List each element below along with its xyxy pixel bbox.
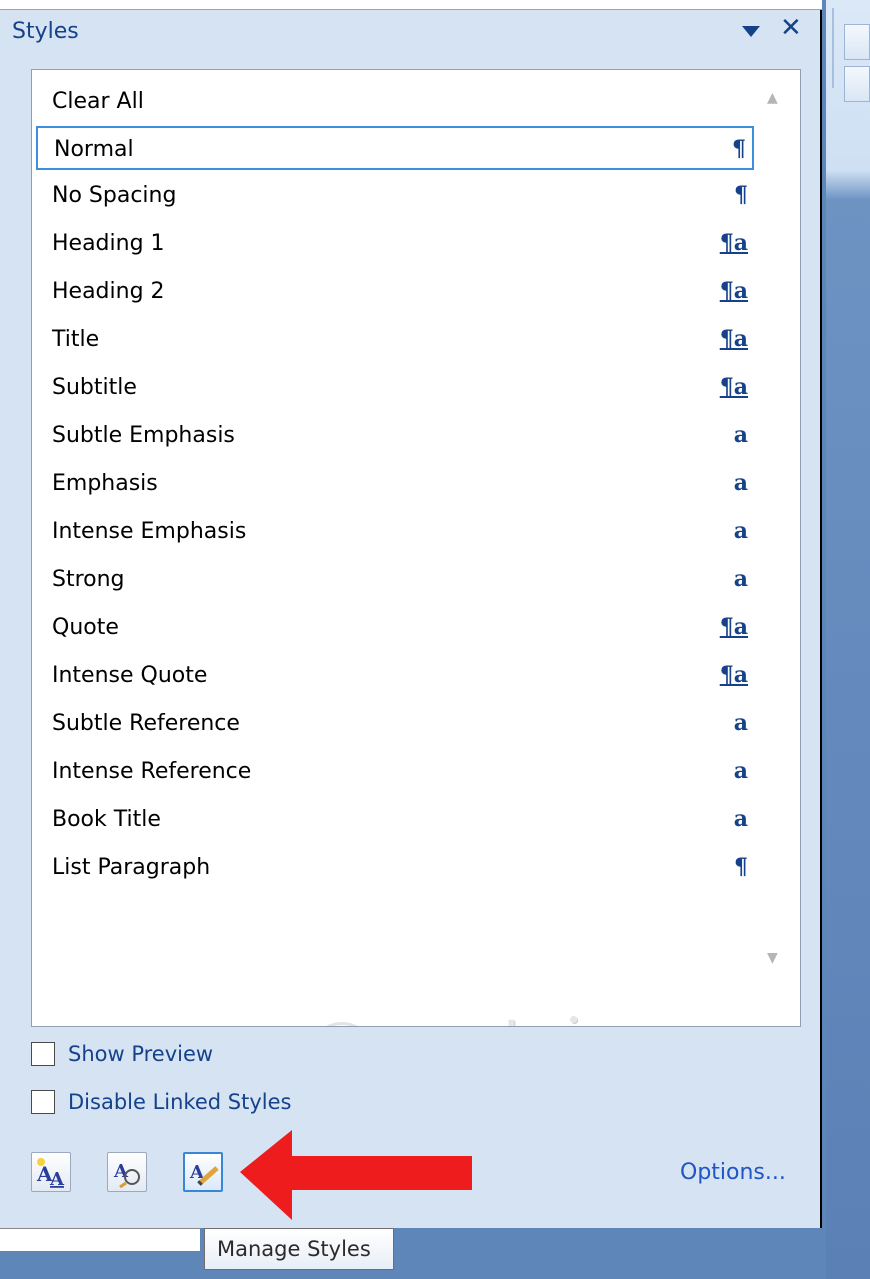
linked-style-icon: ¶a — [719, 614, 748, 640]
ribbon-scroll-down-button[interactable] — [844, 66, 870, 102]
style-item-label: Normal — [54, 137, 134, 162]
watermark-logo — [310, 1022, 374, 1026]
dropdown-arrow-icon[interactable] — [742, 26, 760, 37]
close-icon[interactable]: ✕ — [780, 15, 802, 41]
disable-linked-styles-label[interactable]: Disable Linked Styles — [68, 1090, 291, 1114]
style-item-label: Subtle Reference — [52, 711, 240, 736]
paragraph-style-icon: ¶ — [734, 182, 748, 208]
linked-style-icon: ¶a — [719, 230, 748, 256]
style-item-list-paragraph[interactable]: List Paragraph ¶ — [36, 846, 754, 890]
style-item-label: Intense Emphasis — [52, 519, 247, 544]
paragraph-style-icon: ¶ — [732, 136, 746, 162]
manage-styles-button[interactable]: A — [183, 1152, 223, 1192]
scroll-down-icon[interactable]: ▼ — [767, 950, 778, 966]
disable-linked-styles-checkbox[interactable] — [31, 1090, 55, 1114]
style-item-label: Book Title — [52, 807, 161, 832]
style-item-quote[interactable]: Quote ¶a — [36, 606, 754, 650]
style-item-intense-reference[interactable]: Intense Reference a — [36, 750, 754, 794]
character-style-icon: a — [733, 470, 748, 496]
pane-title: Styles — [12, 19, 79, 44]
style-item-label: Emphasis — [52, 471, 158, 496]
style-item-book-title[interactable]: Book Title a — [36, 798, 754, 842]
linked-style-icon: ¶a — [719, 278, 748, 304]
style-item-heading-1[interactable]: Heading 1 ¶a — [36, 222, 754, 266]
character-style-icon: a — [733, 518, 748, 544]
svg-text:A: A — [49, 1169, 65, 1189]
ribbon-edge — [826, 0, 870, 1279]
style-item-label: Strong — [52, 567, 125, 592]
style-item-label: Title — [52, 327, 100, 352]
style-item-label: No Spacing — [52, 183, 177, 208]
style-item-normal[interactable]: Normal ¶ — [36, 126, 754, 170]
style-item-strong[interactable]: Strong a — [36, 558, 754, 602]
red-arrow-annotation — [240, 1130, 472, 1220]
style-item-label: Quote — [52, 615, 119, 640]
style-item-label: Subtitle — [52, 375, 137, 400]
style-item-label: Clear All — [52, 89, 144, 114]
character-style-icon: a — [733, 758, 748, 784]
style-item-heading-2[interactable]: Heading 2 ¶a — [36, 270, 754, 314]
watermark-text: uantrimang — [372, 1005, 780, 1026]
style-item-label: Heading 2 — [52, 279, 165, 304]
manage-styles-icon: A — [189, 1162, 219, 1186]
new-style-button[interactable]: A A — [31, 1152, 71, 1192]
style-item-intense-quote[interactable]: Intense Quote ¶a — [36, 654, 754, 698]
character-style-icon: a — [733, 422, 748, 448]
style-item-subtle-reference[interactable]: Subtle Reference a — [36, 702, 754, 746]
character-style-icon: a — [733, 710, 748, 736]
style-item-intense-emphasis[interactable]: Intense Emphasis a — [36, 510, 754, 554]
linked-style-icon: ¶a — [719, 326, 748, 352]
style-item-label: List Paragraph — [52, 855, 211, 880]
style-item-no-spacing[interactable]: No Spacing ¶ — [36, 174, 754, 218]
scroll-up-icon[interactable]: ▲ — [767, 90, 778, 106]
style-item-label: Subtle Emphasis — [52, 423, 235, 448]
show-preview-label[interactable]: Show Preview — [68, 1042, 213, 1066]
style-item-label: Heading 1 — [52, 231, 165, 256]
character-style-icon: a — [733, 566, 748, 592]
options-link[interactable]: Options... — [680, 1160, 786, 1185]
style-inspector-button[interactable]: A — [107, 1152, 147, 1192]
styles-list[interactable]: ▲ Clear All Normal ¶ No Spacing ¶ Heading 1 ¶a… — [31, 69, 801, 1027]
style-item-clear-all[interactable]: Clear All — [36, 80, 754, 124]
ribbon-divider — [832, 8, 834, 88]
style-inspector-icon: A — [113, 1161, 140, 1189]
ribbon-scroll-up-button[interactable] — [844, 24, 870, 60]
style-item-emphasis[interactable]: Emphasis a — [36, 462, 754, 506]
style-item-subtitle[interactable]: Subtitle ¶a — [36, 366, 754, 410]
linked-style-icon: ¶a — [719, 374, 748, 400]
style-item-label: Intense Quote — [52, 663, 208, 688]
style-item-label: Intense Reference — [52, 759, 252, 784]
paragraph-style-icon: ¶ — [734, 854, 748, 880]
styles-pane: Styles ✕ ▲ Clear All Normal ¶ No Spacing ¶ He… — [0, 0, 822, 1228]
pane-top-border — [0, 0, 822, 10]
manage-styles-tooltip: Manage Styles — [204, 1228, 394, 1270]
linked-style-icon: ¶a — [719, 662, 748, 688]
style-item-subtle-emphasis[interactable]: Subtle Emphasis a — [36, 414, 754, 458]
character-style-icon: a — [733, 806, 748, 832]
new-style-icon: A A — [36, 1158, 65, 1189]
show-preview-checkbox[interactable] — [31, 1042, 55, 1066]
document-area-edge — [0, 1228, 200, 1251]
style-item-title[interactable]: Title ¶a — [36, 318, 754, 362]
